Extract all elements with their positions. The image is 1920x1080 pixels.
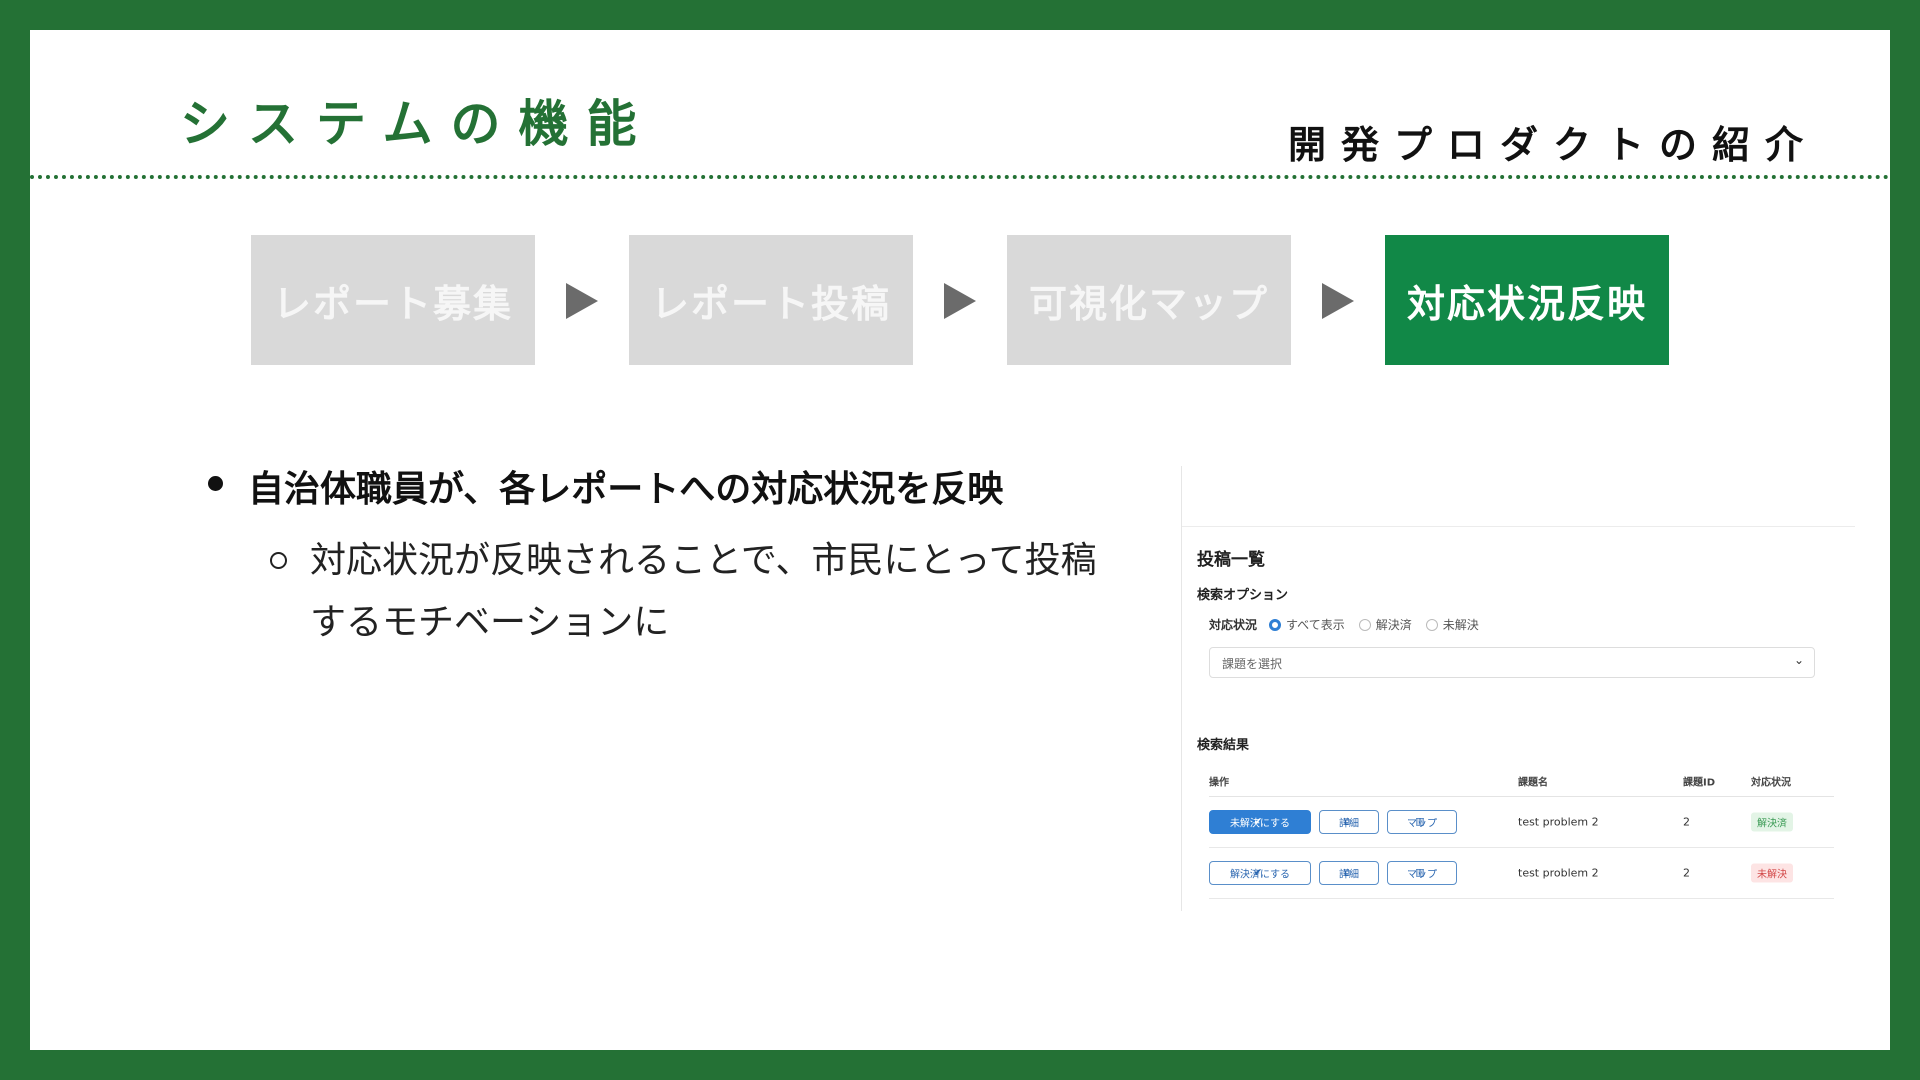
chevron-down-icon: ⌄	[1793, 653, 1804, 667]
bullet-main-text: 自治体職員が、各レポートへの対応状況を反映	[248, 469, 1004, 510]
status-badge: 未解決	[1751, 863, 1793, 883]
slide: システムの機能 開発プロダクトの紹介 レポート募集 レポート投稿 可視化マップ …	[30, 30, 1890, 1050]
problem-id: 2	[1683, 815, 1690, 829]
arrow-right-icon	[1322, 283, 1354, 319]
search-options-label: 検索オプション	[1197, 588, 1289, 603]
bullet-list: 自治体職員が、各レポートへの対応状況を反映 対応状況が反映されることで、市民にと…	[208, 460, 1108, 654]
bullet-dot-icon	[208, 476, 223, 491]
step-report-recruit: レポート募集	[251, 235, 535, 365]
app-screenshot: 投稿一覧 検索オプション 対応状況 すべて表示 解決済 未解決 課題を選択 ⌄ …	[1181, 466, 1855, 911]
problem-id: 2	[1683, 866, 1690, 880]
map-button[interactable]: ▥ マップ	[1387, 861, 1457, 885]
radio-checked-icon[interactable]	[1269, 618, 1282, 631]
status-badge: 解決済	[1751, 812, 1793, 832]
step-visual-map: 可視化マップ	[1007, 235, 1291, 365]
step-report-post: レポート投稿	[629, 235, 913, 365]
bullet-sub: 対応状況が反映されることで、市民にとって投稿するモチベーションに	[270, 530, 1110, 654]
arrow-right-icon	[944, 283, 976, 319]
select-placeholder: 課題を選択	[1222, 657, 1283, 671]
filter-option-unresolved[interactable]: 未解決	[1425, 616, 1479, 633]
process-flow: レポート募集 レポート投稿 可視化マップ 対応状況反映	[251, 235, 1671, 365]
set-resolved-button[interactable]: ✔ 解決済にする	[1209, 861, 1311, 885]
map-button[interactable]: ▥ マップ	[1387, 810, 1457, 834]
bullet-ring-icon	[270, 552, 287, 569]
filter-option-all[interactable]: すべて表示	[1269, 616, 1345, 633]
col-status: 対応状況	[1751, 777, 1791, 789]
col-id: 課題ID	[1683, 777, 1716, 789]
col-name: 課題名	[1518, 777, 1548, 789]
set-unresolved-button[interactable]: ✔ 未解決にする	[1209, 810, 1311, 834]
slide-subtitle: 開発プロダクトの紹介	[1287, 123, 1818, 167]
radio-icon[interactable]	[1425, 618, 1438, 631]
results-label: 検索結果	[1197, 738, 1250, 753]
filter-option-resolved[interactable]: 解決済	[1358, 616, 1412, 633]
arrow-right-icon	[566, 283, 598, 319]
screenshot-divider	[1182, 526, 1855, 527]
detail-button[interactable]: ⧉ 詳細	[1319, 861, 1379, 885]
slide-title: システムの機能	[180, 95, 655, 153]
col-operation: 操作	[1209, 777, 1229, 789]
table-row: ✔ 解決済にする ⧉ 詳細 ▥ マップ test problem 2 2 未解決	[1209, 848, 1834, 899]
status-filter: 対応状況 すべて表示 解決済 未解決	[1209, 616, 1493, 633]
problem-name: test problem 2	[1518, 815, 1599, 829]
results-table: 操作 課題名 課題ID 対応状況 ✔ 未解決にする ⧉ 詳細 ▥ マップ test p…	[1209, 766, 1834, 899]
bullet-sub-text: 対応状況が反映されることで、市民にとって投稿するモチベーションに	[310, 540, 1097, 643]
table-row: ✔ 未解決にする ⧉ 詳細 ▥ マップ test problem 2 2 解決済	[1209, 797, 1834, 848]
dotted-divider	[30, 175, 1890, 179]
step-status-reflect: 対応状況反映	[1385, 235, 1669, 365]
problem-name: test problem 2	[1518, 866, 1599, 880]
table-header: 操作 課題名 課題ID 対応状況	[1209, 766, 1834, 797]
radio-icon[interactable]	[1358, 618, 1371, 631]
detail-button[interactable]: ⧉ 詳細	[1319, 810, 1379, 834]
filter-label: 対応状況	[1209, 618, 1258, 632]
problem-select[interactable]: 課題を選択 ⌄	[1209, 647, 1815, 678]
screenshot-page-title: 投稿一覧	[1197, 550, 1265, 570]
bullet-main: 自治体職員が、各レポートへの対応状況を反映	[208, 460, 1108, 512]
